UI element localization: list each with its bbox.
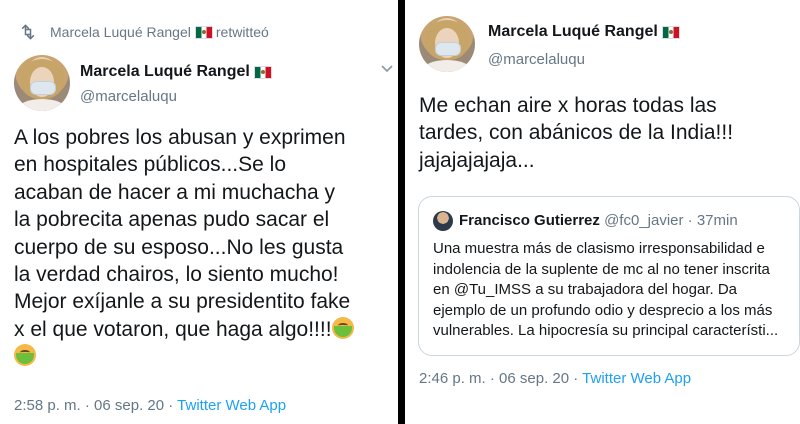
chevron-down-icon[interactable]: [380, 62, 394, 76]
quoted-tweet-card[interactable]: Francisco Gutierrez @fc0_javier · 37min …: [418, 196, 800, 356]
left-tweet-panel: Marcela Luqué Rangel retwitteó Marcela L…: [0, 0, 398, 424]
retweet-suffix: retwitteó: [215, 24, 269, 40]
author-handle[interactable]: @marcelaluqu: [80, 88, 177, 105]
mexico-flag-icon: [194, 25, 213, 39]
tweet-text: A los pobres los abusan y exprimen en hos…: [14, 124, 394, 371]
retweet-icon: [21, 24, 35, 40]
avatar[interactable]: [14, 55, 70, 111]
avatar[interactable]: [419, 16, 475, 72]
tweet-meta: 2:46 p. m. · 06 sep. 20 · Twitter Web Ap…: [419, 370, 691, 387]
tweet-time[interactable]: 2:58 p. m. · 06 sep. 20 ·: [14, 397, 173, 414]
tweet-time[interactable]: 2:46 p. m. · 06 sep. 20 ·: [419, 370, 578, 387]
mexico-flag-icon: [253, 65, 272, 79]
tweet-source[interactable]: Twitter Web App: [582, 370, 691, 387]
tweet-meta: 2:58 p. m. · 06 sep. 20 · Twitter Web Ap…: [14, 397, 286, 414]
author-name[interactable]: Marcela Luqué Rangel: [488, 23, 683, 41]
quoted-header: Francisco Gutierrez @fc0_javier · 37min: [459, 212, 738, 229]
author-handle[interactable]: @marcelaluqu: [488, 51, 585, 68]
mexico-flag-icon: [661, 25, 680, 39]
quoted-author-handle[interactable]: @fc0_javier: [604, 212, 683, 229]
quoted-time: · 37min: [687, 212, 738, 229]
author-name[interactable]: Marcela Luqué Rangel: [80, 63, 275, 81]
tweet-source[interactable]: Twitter Web App: [177, 397, 286, 414]
divider: [398, 0, 405, 424]
retweet-context[interactable]: Marcela Luqué Rangel retwitteó: [50, 24, 269, 40]
nauseated-face-emoji: [331, 316, 354, 339]
quoted-author-name[interactable]: Francisco Gutierrez: [459, 212, 600, 229]
quoted-avatar[interactable]: [433, 211, 453, 231]
nauseated-face-emoji: [14, 344, 36, 367]
quoted-text: Una muestra más de clasismo irresponsabi…: [433, 240, 779, 339]
tweet-text: Me echan aire x horas todas las tardes, c…: [419, 94, 734, 172]
retweeter-name: Marcela Luqué Rangel: [50, 24, 191, 40]
